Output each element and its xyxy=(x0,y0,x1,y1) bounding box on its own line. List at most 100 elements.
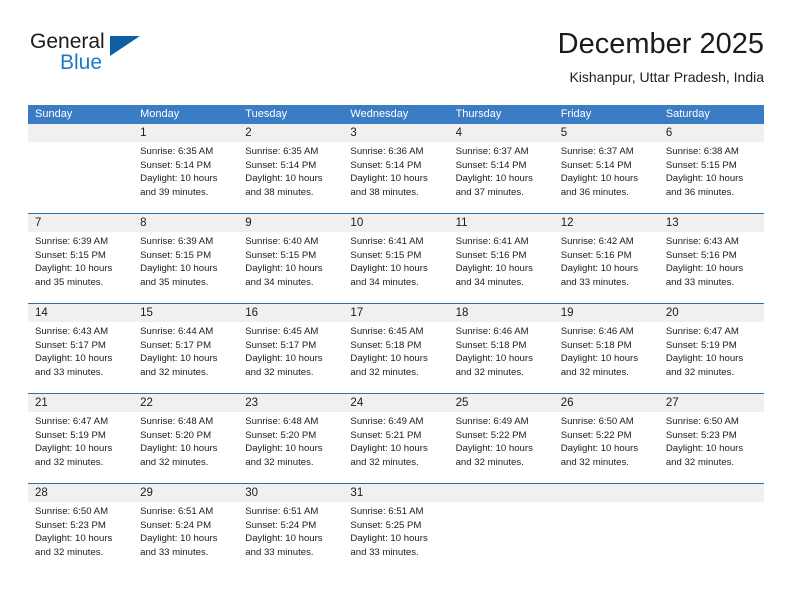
day-number[interactable]: 18 xyxy=(449,304,554,322)
day-number[interactable]: 23 xyxy=(238,394,343,412)
day-detail-line: Sunrise: 6:45 AM xyxy=(350,326,424,337)
day-number[interactable]: 1 xyxy=(133,124,238,142)
day-number[interactable]: 6 xyxy=(659,124,764,142)
day-number[interactable]: 20 xyxy=(659,304,764,322)
day-number-band: 21 22 23 24 25 26 27 xyxy=(28,394,764,412)
day-number[interactable]: 29 xyxy=(133,484,238,502)
day-number[interactable]: 3 xyxy=(343,124,448,142)
day-number[interactable]: 15 xyxy=(133,304,238,322)
day-number[interactable]: 11 xyxy=(449,214,554,232)
day-number[interactable]: 17 xyxy=(343,304,448,322)
day-detail-line: Sunset: 5:15 PM xyxy=(350,249,422,261)
day-detail-line: and 34 minutes. xyxy=(350,276,419,288)
day-number[interactable]: 4 xyxy=(449,124,554,142)
day-of-week-header-friday: Friday xyxy=(560,108,592,120)
day-number[interactable]: 30 xyxy=(238,484,343,502)
day-detail-line: Daylight: 10 hours xyxy=(140,263,218,274)
day-detail-line: Sunset: 5:24 PM xyxy=(140,519,212,531)
day-cell-details: Sunrise: 6:43 AM Sunset: 5:17 PM Daylight:… xyxy=(28,322,133,393)
day-cell-details: Sunrise: 6:41 AM Sunset: 5:16 PM Daylight:… xyxy=(449,232,554,303)
day-number[interactable]: 25 xyxy=(449,394,554,412)
day-cell-details: Sunrise: 6:39 AM Sunset: 5:15 PM Daylight:… xyxy=(28,232,133,303)
day-detail-line: Sunset: 5:20 PM xyxy=(140,429,212,441)
day-detail-line: Sunrise: 6:48 AM xyxy=(140,416,214,427)
day-detail-line: Daylight: 10 hours xyxy=(245,533,323,544)
day-detail-line: Daylight: 10 hours xyxy=(560,263,639,274)
day-detail-line: and 38 minutes. xyxy=(350,186,419,198)
day-detail-line: Sunset: 5:24 PM xyxy=(245,519,317,531)
day-detail-line: and 34 minutes. xyxy=(245,276,314,288)
day-number[interactable]: 26 xyxy=(554,394,659,412)
day-detail-line: Sunset: 5:22 PM xyxy=(560,429,632,441)
day-cell-details: Sunrise: 6:48 AM Sunset: 5:20 PM Daylight:… xyxy=(238,412,343,483)
day-cell-details: Sunrise: 6:37 AM Sunset: 5:14 PM Daylight:… xyxy=(554,142,659,213)
day-number[interactable]: 16 xyxy=(238,304,343,322)
day-cell-details: Sunrise: 6:39 AM Sunset: 5:15 PM Daylight:… xyxy=(133,232,238,303)
day-detail-line: Daylight: 10 hours xyxy=(560,173,639,184)
day-detail-line: Sunset: 5:19 PM xyxy=(35,429,106,441)
day-detail-line: and 32 minutes. xyxy=(455,456,524,468)
day-detail-line: Sunrise: 6:49 AM xyxy=(455,416,529,427)
day-cell-details: Sunrise: 6:37 AM Sunset: 5:14 PM Daylight:… xyxy=(449,142,554,213)
day-detail-line: Sunset: 5:14 PM xyxy=(455,159,527,171)
day-number[interactable]: 24 xyxy=(343,394,448,412)
day-number[interactable]: 13 xyxy=(659,214,764,232)
day-detail-line: Sunset: 5:14 PM xyxy=(140,159,212,171)
day-detail-line: and 39 minutes. xyxy=(140,186,209,198)
day-detail-line: Sunrise: 6:41 AM xyxy=(350,236,424,247)
day-detail-line: Daylight: 10 hours xyxy=(35,263,113,274)
day-number[interactable]: 27 xyxy=(659,394,764,412)
day-number[interactable]: 14 xyxy=(28,304,133,322)
day-detail-line: Sunset: 5:18 PM xyxy=(350,339,422,351)
day-detail-line: and 35 minutes. xyxy=(140,276,209,288)
day-detail-line: Daylight: 10 hours xyxy=(140,443,218,454)
day-number[interactable]: 28 xyxy=(28,484,133,502)
day-of-week-header-thursday: Thursday xyxy=(455,108,502,120)
day-detail-line: Sunrise: 6:43 AM xyxy=(35,326,109,337)
day-number[interactable]: 8 xyxy=(133,214,238,232)
day-number[interactable]: 9 xyxy=(238,214,343,232)
day-number[interactable]: 7 xyxy=(28,214,133,232)
day-cell-details: Sunrise: 6:41 AM Sunset: 5:15 PM Daylight:… xyxy=(343,232,448,303)
day-number[interactable]: 5 xyxy=(554,124,659,142)
day-number[interactable]: 12 xyxy=(554,214,659,232)
day-number[interactable]: 19 xyxy=(554,304,659,322)
day-detail-line: Sunset: 5:19 PM xyxy=(665,339,737,351)
day-number[interactable]: 10 xyxy=(343,214,448,232)
day-detail-line: Sunrise: 6:35 AM xyxy=(140,146,214,157)
day-number[interactable]: 31 xyxy=(343,484,448,502)
day-number[interactable]: 2 xyxy=(238,124,343,142)
day-detail-line: and 33 minutes. xyxy=(350,546,419,558)
calendar-page: General Blue December 2025 Kishanpur, Ut… xyxy=(0,0,792,612)
day-detail-line: and 32 minutes. xyxy=(350,366,419,378)
day-detail-line: Daylight: 10 hours xyxy=(350,533,428,544)
day-detail-line: Daylight: 10 hours xyxy=(455,173,533,184)
day-detail-line: Daylight: 10 hours xyxy=(350,353,428,364)
day-detail-line: Sunrise: 6:44 AM xyxy=(140,326,214,337)
day-detail-line: Sunrise: 6:51 AM xyxy=(350,506,424,517)
day-detail-line: Sunset: 5:22 PM xyxy=(455,429,527,441)
day-cell-details: Sunrise: 6:43 AM Sunset: 5:16 PM Daylight:… xyxy=(659,232,764,303)
day-detail-line: Sunrise: 6:49 AM xyxy=(350,416,424,427)
day-detail-line: and 32 minutes. xyxy=(35,546,104,558)
day-detail-line: Daylight: 10 hours xyxy=(455,443,533,454)
day-cell-details: Sunrise: 6:46 AM Sunset: 5:18 PM Daylight:… xyxy=(554,322,659,393)
day-cell-details: Sunrise: 6:35 AM Sunset: 5:14 PM Daylight:… xyxy=(238,142,343,213)
day-detail-line: Sunrise: 6:47 AM xyxy=(665,326,739,337)
day-detail-line: Sunset: 5:16 PM xyxy=(665,249,737,261)
day-number[interactable]: 22 xyxy=(133,394,238,412)
day-detail-line: Sunset: 5:21 PM xyxy=(350,429,422,441)
day-detail-line: Sunset: 5:15 PM xyxy=(665,159,737,171)
day-detail-line: Sunrise: 6:35 AM xyxy=(245,146,319,157)
day-detail-line: and 38 minutes. xyxy=(245,186,314,198)
day-detail-line: Sunset: 5:17 PM xyxy=(140,339,212,351)
day-number[interactable]: 21 xyxy=(28,394,133,412)
day-cell-details: Sunrise: 6:42 AM Sunset: 5:16 PM Daylight:… xyxy=(554,232,659,303)
day-detail-line: Sunrise: 6:41 AM xyxy=(455,236,529,247)
general-blue-logo[interactable]: General Blue xyxy=(28,30,228,86)
day-cell-details: Sunrise: 6:38 AM Sunset: 5:15 PM Daylight:… xyxy=(659,142,764,213)
day-detail-line: Daylight: 10 hours xyxy=(350,443,428,454)
day-detail-line: Sunset: 5:18 PM xyxy=(560,339,632,351)
day-detail-line: Sunrise: 6:47 AM xyxy=(35,416,109,427)
day-detail-line: Daylight: 10 hours xyxy=(455,353,533,364)
